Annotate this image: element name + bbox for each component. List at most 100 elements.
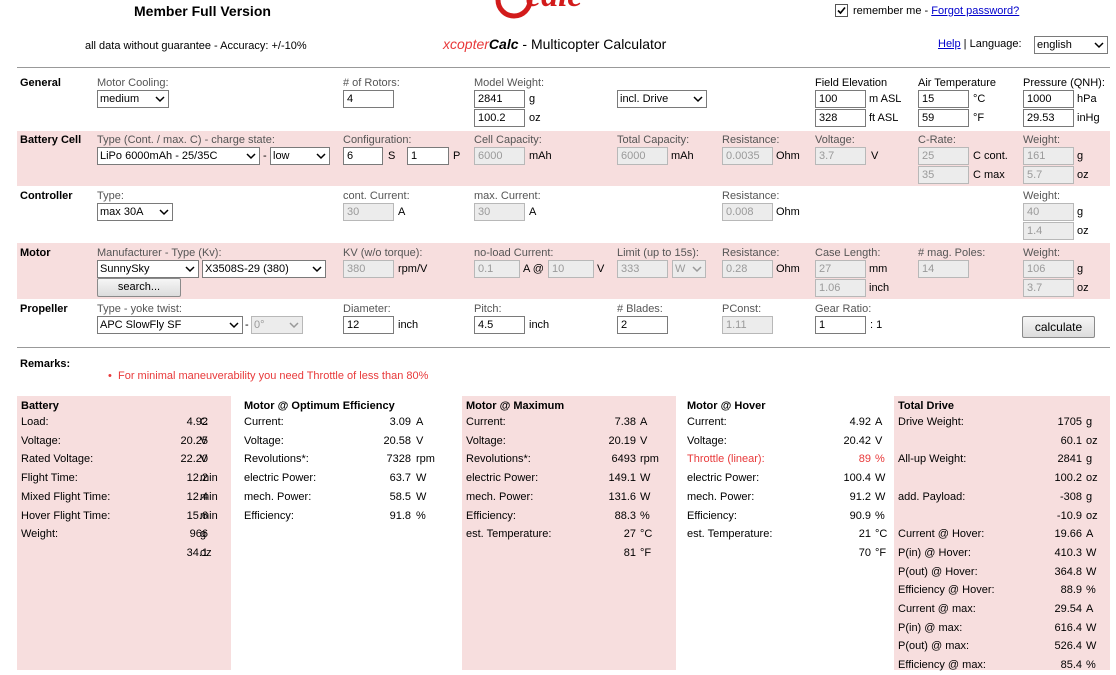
charge-state-select[interactable]: low xyxy=(270,147,330,165)
controller-weight-g-input[interactable]: 40 xyxy=(1023,203,1074,221)
app-title: xcopterCalc - Multicopter Calculator xyxy=(443,36,666,52)
motor-resistance-unit: Ohm xyxy=(776,263,800,275)
weight-mode-select[interactable]: incl. Drive xyxy=(617,90,707,108)
result-unit: % xyxy=(1086,659,1096,672)
pressure-hpa-input[interactable]: 1000 xyxy=(1023,90,1074,108)
noload-voltage-input[interactable]: 10 xyxy=(548,260,594,278)
rotors-label: # of Rotors: xyxy=(343,77,400,89)
result-unit: V xyxy=(875,434,883,447)
result-label: Voltage: xyxy=(244,434,284,447)
battery-type-select[interactable]: LiPo 6000mAh - 25/35C xyxy=(97,147,260,165)
battery-weight-g-input[interactable]: 161 xyxy=(1023,147,1074,165)
prop-type-select[interactable]: APC SlowFly SF xyxy=(97,316,243,334)
case-length-inch-input[interactable]: 1.06 xyxy=(815,279,866,297)
cell-capacity-label: Cell Capacity: xyxy=(474,134,542,146)
chevron-down-icon xyxy=(229,322,239,329)
pressure-inhg-input[interactable]: 29.53 xyxy=(1023,109,1074,127)
pitch-input[interactable]: 4.5 xyxy=(474,316,525,334)
max-current-label: max. Current: xyxy=(474,190,541,202)
rotors-input[interactable]: 4 xyxy=(343,90,394,108)
motor-mfr-select[interactable]: SunnySky xyxy=(97,260,199,278)
total-result-row: P(in) @ max: 616.4 W xyxy=(894,620,1110,638)
config-s-input[interactable]: 6 xyxy=(343,147,383,165)
field-elevation-ft-input[interactable]: 328 xyxy=(815,109,866,127)
crate-max-input[interactable]: 35 xyxy=(918,166,969,184)
battery-voltage-input[interactable]: 3.7 xyxy=(815,147,866,165)
limit-input[interactable]: 333 xyxy=(617,260,668,278)
result-unit: W xyxy=(875,490,886,503)
motor-resistance-input[interactable]: 0.28 xyxy=(722,260,773,278)
max-current-input[interactable]: 30 xyxy=(474,203,525,221)
mag-poles-input[interactable]: 14 xyxy=(918,260,969,278)
battery-resistance-input[interactable]: 0.0035 xyxy=(722,147,773,165)
result-value: 29.54 xyxy=(1054,603,1082,615)
total-result-row: Drive Weight: 1705 g xyxy=(894,414,1110,432)
forgot-password-link[interactable]: Forgot password? xyxy=(931,5,1019,17)
charge-state-value: low xyxy=(273,150,290,162)
chevron-down-icon xyxy=(159,209,169,216)
model-weight-oz-input[interactable]: 100.2 xyxy=(474,109,525,127)
motor-cooling-select[interactable]: medium xyxy=(97,90,169,108)
crate-cont-input[interactable]: 25 xyxy=(918,147,969,165)
cell-capacity-input[interactable]: 6000 xyxy=(474,147,525,165)
result-unit: % xyxy=(640,509,650,522)
result-unit: °F xyxy=(875,546,887,559)
case-length-mm-input[interactable]: 27 xyxy=(815,260,866,278)
kv-label: KV (w/o torque): xyxy=(343,247,423,259)
controller-resistance-input[interactable]: 0.008 xyxy=(722,203,773,221)
result-unit: W xyxy=(640,490,651,503)
noload-current-unit: A @ xyxy=(523,263,544,275)
motor-weight-g-input[interactable]: 106 xyxy=(1023,260,1074,278)
result-label: electric Power: xyxy=(244,472,317,485)
diameter-input[interactable]: 12 xyxy=(343,316,394,334)
air-temp-f-input[interactable]: 59 xyxy=(918,109,969,127)
motor-search-button[interactable]: search... xyxy=(97,278,181,297)
motor-title: Motor xyxy=(20,247,51,259)
language-label: | Language: xyxy=(960,38,1022,50)
gear-ratio-input[interactable]: 1 xyxy=(815,316,866,334)
result-value: 88.9 xyxy=(1060,584,1082,597)
result-unit: % xyxy=(1086,584,1096,597)
result-value: 410.3 xyxy=(1054,546,1082,559)
result-label: Revolutions*: xyxy=(244,453,309,466)
total-result-row: Current @ Hover: 19.66 A xyxy=(894,526,1110,544)
yoke-twist-value: 0° xyxy=(254,319,265,331)
result-label: All-up Weight: xyxy=(898,453,967,466)
result-value: 20.19 xyxy=(608,434,636,447)
air-temp-f-unit: °F xyxy=(973,112,985,124)
result-unit: A xyxy=(640,416,648,428)
result-value: 6493 xyxy=(611,453,636,466)
motor-type-select[interactable]: X3508S-29 (380) xyxy=(202,260,326,278)
mag-poles-label: # mag. Poles: xyxy=(918,247,986,259)
config-p-input[interactable]: 1 xyxy=(407,147,449,165)
total-result-row: 100.2 oz xyxy=(894,470,1110,488)
total-capacity-input[interactable]: 6000 xyxy=(617,147,668,165)
pconst-input[interactable]: 1.11 xyxy=(722,316,773,334)
model-weight-g-input[interactable]: 2841 xyxy=(474,90,525,108)
result-value: 70 xyxy=(858,546,871,559)
ecalc-logo[interactable]: calc xyxy=(492,0,632,24)
calculate-button[interactable]: calculate xyxy=(1022,316,1095,338)
blades-input[interactable]: 2 xyxy=(617,316,668,334)
battery-weight-oz-input[interactable]: 5.7 xyxy=(1023,166,1074,184)
result-unit: V xyxy=(200,453,208,466)
motor-weight-oz-input[interactable]: 3.7 xyxy=(1023,279,1074,297)
help-link[interactable]: Help xyxy=(938,38,961,50)
controller-type-select[interactable]: max 30A xyxy=(97,203,173,221)
result-value: 19.66 xyxy=(1054,528,1082,541)
remember-checkbox[interactable] xyxy=(835,4,848,17)
air-temp-c-input[interactable]: 15 xyxy=(918,90,969,108)
controller-type-value: max 30A xyxy=(100,206,144,218)
field-elevation-m-input[interactable]: 100 xyxy=(815,90,866,108)
result-unit: W xyxy=(416,472,427,485)
yoke-twist-select[interactable]: 0° xyxy=(251,316,303,334)
noload-current-input[interactable]: 0.1 xyxy=(474,260,520,278)
kv-input[interactable]: 380 xyxy=(343,260,394,278)
cont-current-input[interactable]: 30 xyxy=(343,203,394,221)
controller-weight-oz-input[interactable]: 1.4 xyxy=(1023,222,1074,240)
result-label: Hover Flight Time: xyxy=(21,509,111,522)
language-select[interactable]: english xyxy=(1034,36,1108,54)
result-value: 58.5 xyxy=(389,490,411,503)
result-value: 89 xyxy=(858,453,871,466)
limit-unit-select[interactable]: W xyxy=(672,260,706,278)
